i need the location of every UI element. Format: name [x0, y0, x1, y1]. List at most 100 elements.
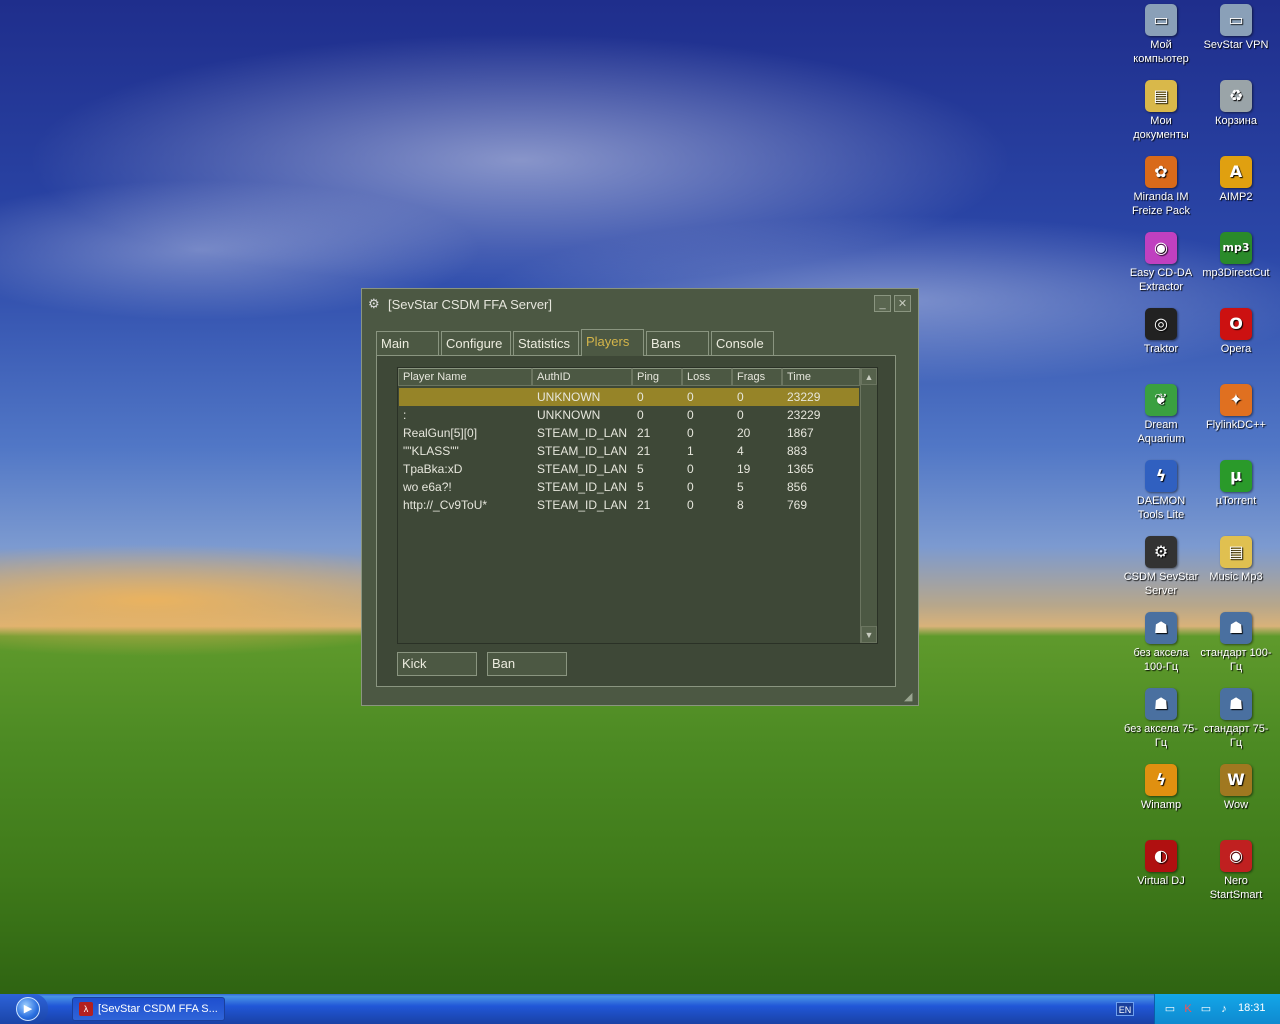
winamp-icon: ϟ	[1145, 764, 1177, 796]
network-tray-icon[interactable]: ▭	[1163, 1002, 1177, 1016]
desktop-icon-label: Winamp	[1140, 799, 1182, 811]
window-titlebar[interactable]: ⚙ [SevStar CSDM FFA Server] _ ✕	[362, 289, 918, 319]
utorrent-icon: µ	[1220, 460, 1252, 492]
column-header-player-name[interactable]: Player Name	[398, 368, 532, 386]
desktop-icon[interactable]: O Opera	[1198, 308, 1274, 356]
table-cell: TpaBka:xD	[403, 462, 463, 476]
desktop-icon[interactable]: ▭ Мой компьютер	[1123, 4, 1199, 66]
desktop-icon[interactable]: ☗ стандарт 100-Гц	[1198, 612, 1274, 674]
desktop-icon[interactable]: ▭ SevStar VPN	[1198, 4, 1274, 52]
table-row[interactable]: UNKNOWN 0 0 0 23229	[399, 388, 859, 406]
desktop-icon[interactable]: ☗ стандарт 75-Гц	[1198, 688, 1274, 750]
table-cell: 19	[737, 462, 751, 476]
table-cell: 8	[737, 498, 744, 512]
wow-icon: W	[1220, 764, 1252, 796]
resize-grip-icon[interactable]: ◢	[904, 691, 916, 703]
desktop-icon[interactable]: ☗ без аксела 100-Гц	[1123, 612, 1199, 674]
players-list-header: Player Name AuthID Ping Loss Frags Time	[398, 368, 860, 386]
table-cell: 856	[787, 480, 808, 494]
aquarium-icon: ❦	[1145, 384, 1177, 416]
desktop-icon[interactable]: µ µTorrent	[1198, 460, 1274, 508]
table-cell: 5	[637, 480, 644, 494]
desktop-icon-label: DAEMON Tools Lite	[1136, 495, 1186, 521]
clock[interactable]: 18:31	[1238, 1002, 1266, 1014]
volume-icon[interactable]: ♪	[1217, 1002, 1231, 1016]
kick-button[interactable]: Kick	[397, 652, 477, 676]
desktop-icon-label: Music Mp3	[1209, 571, 1263, 583]
column-header-loss[interactable]: Loss	[682, 368, 732, 386]
table-row[interactable]: RealGun[5][0] STEAM_ID_LAN 21 0 20 1867	[399, 424, 859, 442]
desktop-icon[interactable]: ♻ Корзина	[1198, 80, 1274, 128]
players-list[interactable]: Player Name AuthID Ping Loss Frags Time UNKNO…	[397, 367, 878, 644]
tab-players[interactable]: Players	[581, 329, 644, 356]
table-cell: 1	[687, 444, 694, 458]
column-header-authid[interactable]: AuthID	[532, 368, 632, 386]
desktop-icon[interactable]: ⚙ CSDM SevStar Server	[1123, 536, 1199, 598]
desktop-icon[interactable]: ◉ Nero StartSmart	[1198, 840, 1274, 902]
column-header-ping[interactable]: Ping	[632, 368, 682, 386]
desktop-icon[interactable]: A AIMP2	[1198, 156, 1274, 204]
start-button[interactable]: ▶	[0, 994, 48, 1024]
counter-strike-icon: ☗	[1220, 612, 1252, 644]
desktop-icon[interactable]: ❦ Dream Aquarium	[1123, 384, 1199, 446]
tab-statistics[interactable]: Statistics	[513, 331, 579, 355]
virtual-dj-icon: ◐	[1145, 840, 1177, 872]
desktop-icon-label: Miranda IM Freize Pack	[1131, 191, 1191, 217]
desktop-icon-label: SevStar VPN	[1203, 39, 1269, 51]
desktop-icon[interactable]: ✦ FlylinkDC++	[1198, 384, 1274, 432]
table-cell: 20	[737, 426, 751, 440]
table-cell: 0	[637, 390, 644, 404]
desktop-icon-label: стандарт 100-Гц	[1200, 647, 1272, 673]
desktop-icon-label: Traktor	[1143, 343, 1179, 355]
players-panel: Player Name AuthID Ping Loss Frags Time UNKNO…	[376, 355, 896, 687]
close-button[interactable]: ✕	[894, 295, 911, 312]
table-cell: 1867	[787, 426, 814, 440]
desktop-icon-label: CSDM SevStar Server	[1123, 571, 1199, 597]
desktop-icon[interactable]: ◉ Easy CD-DA Extractor	[1123, 232, 1199, 294]
desktop-icon[interactable]: W Wow	[1198, 764, 1274, 812]
scroll-up-icon[interactable]: ▲	[861, 368, 877, 385]
ban-button[interactable]: Ban	[487, 652, 567, 676]
tab-bans[interactable]: Bans	[646, 331, 709, 355]
desktop-icon-label: Wow	[1223, 799, 1249, 811]
desktop-icon[interactable]: ϟ Winamp	[1123, 764, 1199, 812]
tab-console[interactable]: Console	[711, 331, 774, 355]
desktop-icon-label: Virtual DJ	[1137, 875, 1185, 887]
network-tray-icon-2[interactable]: ▭	[1199, 1002, 1213, 1016]
opera-icon: O	[1220, 308, 1252, 340]
kaspersky-tray-icon[interactable]: K	[1181, 1002, 1195, 1016]
table-row[interactable]: : UNKNOWN 0 0 0 23229	[399, 406, 859, 424]
table-row[interactable]: ""KLASS"" STEAM_ID_LAN 21 1 4 883	[399, 442, 859, 460]
my-computer-icon: ▭	[1145, 4, 1177, 36]
traktor-icon: ◎	[1145, 308, 1177, 340]
desktop-icon[interactable]: ☗ без аксела 75-Гц	[1123, 688, 1199, 750]
desktop-icon-label: Nero StartSmart	[1209, 875, 1263, 901]
start-icon: ▶	[16, 997, 40, 1021]
table-row[interactable]: TpaBka:xD STEAM_ID_LAN 5 0 19 1365	[399, 460, 859, 478]
desktop-icon[interactable]: ▤ Мои документы	[1123, 80, 1199, 142]
taskbar-window-button[interactable]: λ [SevStar CSDM FFA S...	[72, 997, 225, 1021]
tab-main[interactable]: Main	[376, 331, 439, 355]
desktop-icon[interactable]: mp3 mp3DirectCut	[1198, 232, 1274, 280]
table-cell: UNKNOWN	[537, 390, 601, 404]
table-cell: wo e6a?!	[403, 480, 452, 494]
desktop-icon[interactable]: ✿ Miranda IM Freize Pack	[1123, 156, 1199, 218]
table-row[interactable]: http://_Cv9ToU* STEAM_ID_LAN 21 0 8 769	[399, 496, 859, 514]
desktop-icon[interactable]: ◎ Traktor	[1123, 308, 1199, 356]
column-header-time[interactable]: Time	[782, 368, 860, 386]
scroll-down-icon[interactable]: ▼	[861, 626, 877, 643]
aimp-icon: A	[1220, 156, 1252, 188]
language-indicator[interactable]: EN	[1116, 1002, 1134, 1016]
desktop-icon[interactable]: ◐ Virtual DJ	[1123, 840, 1199, 888]
desktop-icon-label: Корзина	[1215, 115, 1257, 127]
desktop-icon-label: AIMP2	[1219, 191, 1253, 203]
tab-configure[interactable]: Configure	[441, 331, 511, 355]
desktop-icon-label: Мои документы	[1133, 115, 1189, 141]
minimize-button[interactable]: _	[874, 295, 891, 312]
players-list-scrollbar[interactable]: ▲ ▼	[860, 368, 877, 643]
column-header-frags[interactable]: Frags	[732, 368, 782, 386]
desktop-icon-label: Мой компьютер	[1133, 39, 1189, 65]
desktop-icon[interactable]: ϟ DAEMON Tools Lite	[1123, 460, 1199, 522]
desktop-icon[interactable]: ▤ Music Mp3	[1198, 536, 1274, 584]
table-row[interactable]: wo e6a?! STEAM_ID_LAN 5 0 5 856	[399, 478, 859, 496]
